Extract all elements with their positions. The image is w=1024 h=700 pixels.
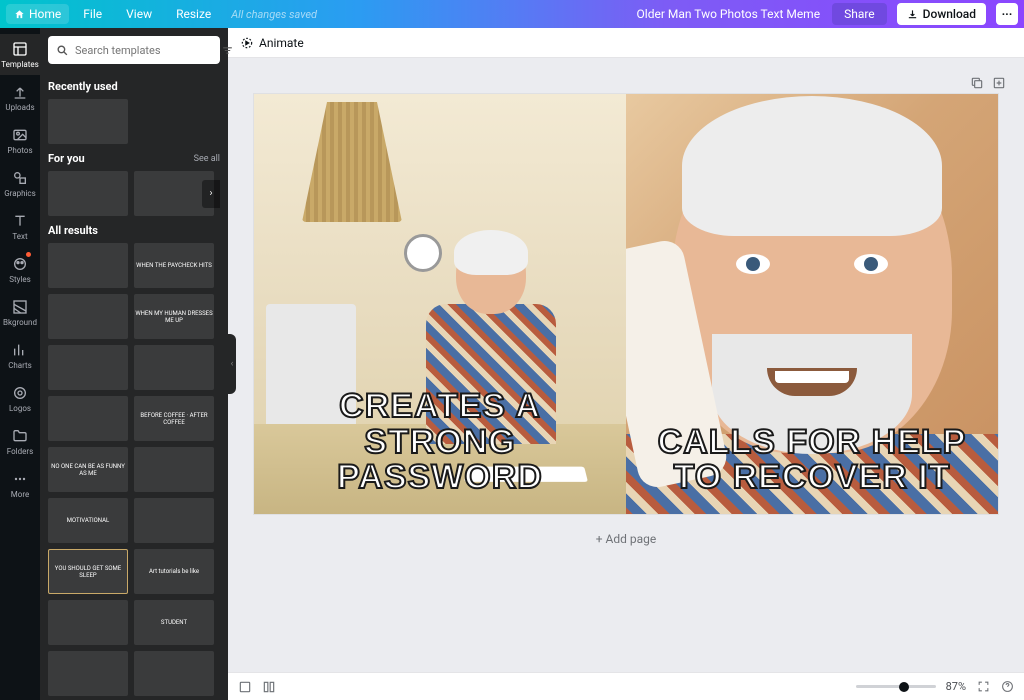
- template-thumbnail[interactable]: [134, 651, 214, 696]
- home-icon: [14, 9, 25, 20]
- template-thumbnail[interactable]: WHEN THE PAYCHECK HITS: [134, 243, 214, 288]
- charts-icon: [11, 341, 29, 359]
- template-thumbnail[interactable]: WHEN MY HUMAN DRESSES ME UP: [134, 294, 214, 339]
- home-button[interactable]: Home: [6, 4, 69, 24]
- templates-panel: Recently used For youSee all › All resul…: [40, 28, 228, 700]
- template-thumbnail[interactable]: MOTIVATIONAL: [48, 498, 128, 543]
- animate-button[interactable]: Animate: [240, 36, 304, 50]
- sidebar-tab-folders[interactable]: Folders: [0, 421, 40, 462]
- sidebar-tab-templates[interactable]: Templates: [0, 34, 40, 75]
- template-thumbnail[interactable]: YOU SHOULD GET SOME SLEEP: [48, 549, 128, 594]
- download-label: Download: [923, 7, 976, 21]
- sidebar-tab-charts[interactable]: Charts: [0, 335, 40, 376]
- sidebar-tab-label: More: [11, 491, 29, 499]
- photos-icon: [11, 126, 29, 144]
- menu-resize[interactable]: Resize: [166, 4, 221, 24]
- search-input[interactable]: [75, 44, 215, 57]
- styles-icon: [11, 255, 29, 273]
- meme-text-left[interactable]: CREATES A STRONG PASSWORD: [266, 389, 614, 496]
- uploads-icon: [11, 83, 29, 101]
- sidebar-tab-styles[interactable]: Styles: [0, 249, 40, 290]
- sidebar-tab-label: Folders: [7, 448, 33, 456]
- sidebar-tab-text[interactable]: Text: [0, 206, 40, 247]
- section-recently-used: Recently used: [48, 80, 220, 93]
- canvas-area: Animate CREATES A STRONG PASSWORD: [228, 28, 1024, 700]
- template-thumbnail[interactable]: NO ONE CAN BE AS FUNNY AS ME: [48, 447, 128, 492]
- folders-icon: [11, 427, 29, 445]
- menu-view[interactable]: View: [116, 4, 162, 24]
- template-thumbnail[interactable]: [48, 600, 128, 645]
- template-thumbnail[interactable]: [134, 447, 214, 492]
- more-icon: [11, 470, 29, 488]
- carousel-next-icon[interactable]: ›: [202, 180, 220, 208]
- template-thumbnail[interactable]: [48, 294, 128, 339]
- fullscreen-icon[interactable]: [976, 680, 990, 693]
- zoom-slider[interactable]: [856, 685, 936, 688]
- sidebar-tab-more[interactable]: More: [0, 464, 40, 505]
- sidebar-tab-label: Charts: [8, 362, 32, 370]
- help-icon[interactable]: [1000, 680, 1014, 693]
- search-input-wrap[interactable]: [48, 36, 220, 64]
- background-icon: [11, 298, 29, 316]
- zoom-value[interactable]: 87%: [946, 680, 966, 693]
- sidebar-tab-logos[interactable]: Logos: [0, 378, 40, 419]
- canvas-toolbar: Animate: [228, 28, 1024, 58]
- sidebar-tab-uploads[interactable]: Uploads: [0, 77, 40, 118]
- template-thumbnail[interactable]: [48, 345, 128, 390]
- template-thumbnail[interactable]: [134, 345, 214, 390]
- section-for-you: For youSee all: [48, 152, 220, 165]
- sidebar-tab-label: Styles: [9, 276, 30, 284]
- templates-icon: [11, 40, 29, 58]
- meme-text-right[interactable]: CALLS FOR HELP TO RECOVER IT: [638, 425, 986, 496]
- grid-view-icon[interactable]: [262, 680, 276, 694]
- canvas-page[interactable]: CREATES A STRONG PASSWORD CALLS FOR HELP…: [254, 94, 998, 514]
- template-thumbnail[interactable]: BEFORE COFFEE · AFTER COFFEE: [134, 396, 214, 441]
- sidebar-tab-label: Photos: [7, 147, 32, 155]
- menu-file[interactable]: File: [73, 4, 112, 24]
- duplicate-page-icon[interactable]: [970, 76, 984, 90]
- graphics-icon: [11, 169, 29, 187]
- bottom-bar: 87%: [228, 672, 1024, 700]
- add-page-button[interactable]: + Add page: [596, 532, 657, 546]
- text-icon: [11, 212, 29, 230]
- pages-icon[interactable]: [238, 680, 252, 694]
- icon-sidebar: Templates Uploads Photos Graphics Text S…: [0, 28, 40, 700]
- sidebar-tab-label: Graphics: [4, 190, 36, 198]
- save-status: All changes saved: [231, 8, 317, 21]
- download-button[interactable]: Download: [897, 3, 986, 25]
- home-label: Home: [29, 7, 61, 21]
- template-thumbnail[interactable]: [134, 498, 214, 543]
- template-thumbnail[interactable]: [48, 396, 128, 441]
- sidebar-tab-label: Bkground: [3, 319, 37, 327]
- filter-icon[interactable]: [221, 44, 234, 57]
- sidebar-tab-photos[interactable]: Photos: [0, 120, 40, 161]
- download-icon: [907, 9, 918, 20]
- template-thumbnail[interactable]: [48, 651, 128, 696]
- more-button[interactable]: ···: [996, 3, 1018, 25]
- sidebar-tab-background[interactable]: Bkground: [0, 292, 40, 333]
- add-page-icon[interactable]: [992, 76, 1006, 90]
- sidebar-tab-label: Uploads: [5, 104, 34, 112]
- search-icon: [56, 44, 69, 57]
- animate-label: Animate: [259, 36, 304, 50]
- template-thumbnail[interactable]: [48, 171, 128, 216]
- logos-icon: [11, 384, 29, 402]
- animate-icon: [240, 36, 254, 50]
- share-button[interactable]: Share: [832, 3, 887, 25]
- template-thumbnail[interactable]: Art tutorials be like: [134, 549, 214, 594]
- sidebar-tab-label: Text: [12, 233, 27, 241]
- top-bar: Home File View Resize All changes saved …: [0, 0, 1024, 28]
- page-actions: [970, 76, 1006, 90]
- sidebar-tab-label: Logos: [9, 405, 31, 413]
- template-thumbnail[interactable]: STUDENT: [134, 600, 214, 645]
- template-thumbnail[interactable]: [48, 99, 128, 144]
- sidebar-tab-graphics[interactable]: Graphics: [0, 163, 40, 204]
- meme-left-panel[interactable]: CREATES A STRONG PASSWORD: [254, 94, 626, 514]
- section-all-results: All results: [48, 224, 220, 237]
- document-title[interactable]: Older Man Two Photos Text Meme: [637, 7, 821, 21]
- see-all-link[interactable]: See all: [194, 154, 220, 164]
- meme-right-panel[interactable]: CALLS FOR HELP TO RECOVER IT: [626, 94, 998, 514]
- sidebar-tab-label: Templates: [1, 61, 38, 69]
- template-thumbnail[interactable]: [48, 243, 128, 288]
